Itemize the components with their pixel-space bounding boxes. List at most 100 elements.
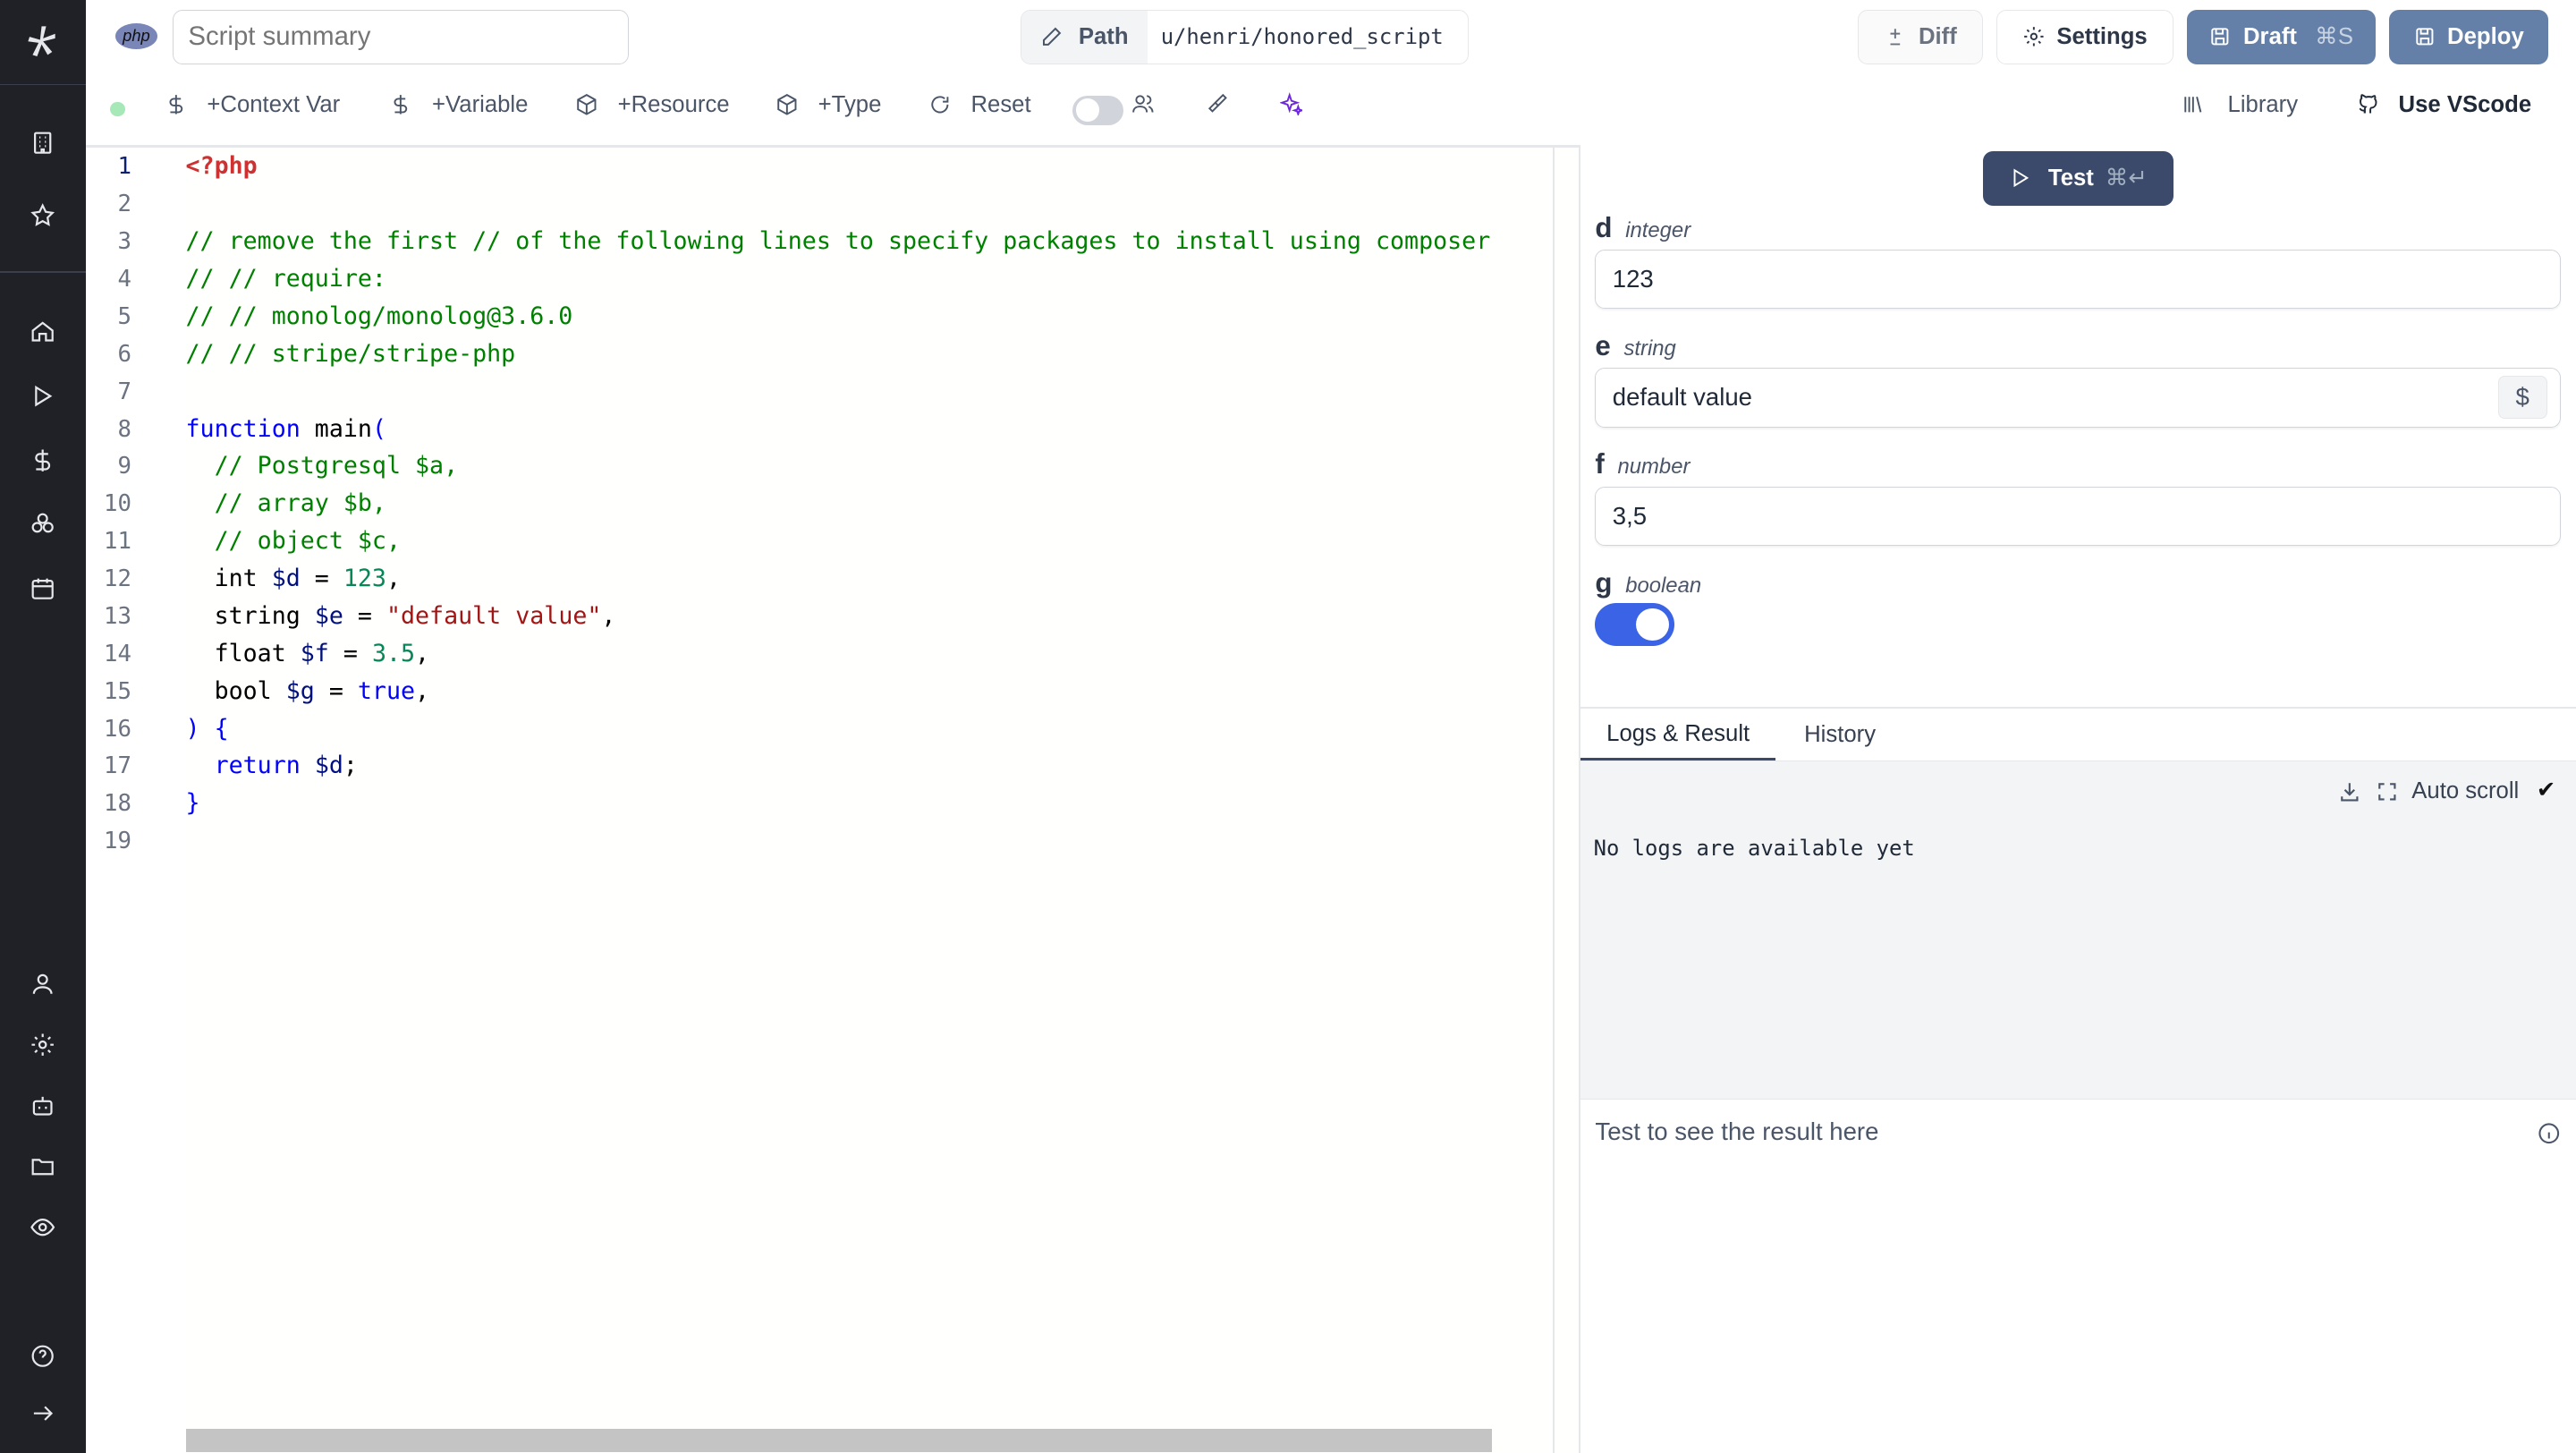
code-token: string: [185, 601, 315, 630]
logs-area: Auto scroll ✔ No logs are available yet: [1580, 760, 2576, 1100]
code-editor[interactable]: 1 2 3 4 5 6 7 8 9 10 11 12 13 14 15 16 17 18 19 <?php// re…: [85, 144, 1580, 1453]
editor-ruler: [1552, 147, 1555, 1453]
add-type-button[interactable]: +Type: [775, 92, 881, 118]
path-field[interactable]: Path u/henri/honored_script: [1020, 10, 1469, 64]
field-input-e[interactable]: default value $: [1595, 368, 2562, 428]
add-resource-button[interactable]: +Resource: [575, 92, 730, 118]
multiplayer-toggle[interactable]: [1072, 95, 1124, 125]
library-button[interactable]: Library: [2182, 92, 2298, 118]
draft-button[interactable]: Draft ⌘S: [2186, 10, 2376, 64]
line-number-gutter: 1 2 3 4 5 6 7 8 9 10 11 12 13 14 15 16 17 18 19: [85, 147, 186, 1453]
horizontal-scrollbar[interactable]: [185, 1429, 1492, 1452]
info-icon[interactable]: [2537, 1121, 2562, 1146]
code-token: $d: [314, 752, 343, 780]
line-number: 6: [117, 340, 131, 368]
code-token: // // require:: [185, 265, 386, 293]
help-icon[interactable]: [26, 1339, 59, 1372]
code-line: return $d;: [186, 748, 358, 784]
add-variable-button[interactable]: +Variable: [389, 92, 528, 118]
code-line: // Postgresql $a,: [186, 448, 459, 484]
code-line: // array $b,: [186, 486, 386, 522]
code-line: // remove the first // of the following …: [186, 224, 1491, 259]
code-token: true: [357, 676, 416, 705]
bot-icon[interactable]: [26, 1090, 59, 1123]
play-icon[interactable]: [26, 379, 59, 412]
play-icon: [2013, 168, 2029, 188]
code-line: // // monolog/monolog@3.6.0: [186, 299, 573, 335]
field-input-f[interactable]: 3,5: [1595, 486, 2562, 546]
code-token: // remove the first // of the following …: [185, 227, 1491, 256]
code-token: "default value": [386, 601, 602, 630]
code-token: (: [371, 414, 386, 443]
line-number: 9: [117, 453, 131, 480]
code-token: main: [300, 414, 372, 443]
expand-icon[interactable]: [2376, 780, 2399, 803]
settings-label: Settings: [2056, 23, 2148, 49]
code-token: <?php: [185, 152, 258, 181]
test-label: Test: [2047, 165, 2094, 191]
result-placeholder: Test to see the result here: [1595, 1117, 1879, 1145]
star-icon[interactable]: [26, 199, 59, 232]
insert-variable-dollar-button[interactable]: $: [2497, 375, 2547, 419]
code-token: $f: [300, 639, 329, 667]
line-number: 15: [103, 677, 131, 705]
field-toggle-g[interactable]: [1595, 603, 1674, 646]
code-token: 3.5: [371, 639, 416, 667]
use-vscode-label: Use VScode: [2398, 91, 2532, 117]
code-token: $g: [285, 676, 315, 705]
gear-icon[interactable]: [26, 1029, 59, 1062]
code-token: ,: [386, 565, 401, 593]
code-token: $d: [271, 565, 301, 593]
context-var-label: +Context Var: [207, 91, 341, 117]
variable-label: +Variable: [432, 91, 529, 117]
tab-logs-result[interactable]: Logs & Result: [1580, 710, 1776, 761]
ai-sparkles-icon[interactable]: [1279, 92, 1303, 115]
code-token: // array $b,: [185, 489, 386, 518]
format-brush-icon[interactable]: [1206, 92, 1229, 115]
status-dot: [110, 101, 125, 117]
field-label-d: d integer: [1595, 211, 1691, 243]
line-number: 19: [103, 828, 131, 855]
dollar-icon: [394, 95, 408, 115]
code-token: return: [185, 752, 315, 780]
folder-icon[interactable]: [26, 1151, 59, 1184]
auto-scroll-check-icon[interactable]: ✔: [2537, 777, 2556, 803]
rotate-icon: [931, 96, 949, 114]
sidebar: [0, 0, 86, 1453]
code-token: =: [343, 601, 386, 630]
add-context-var-button[interactable]: +Context Var: [165, 91, 341, 118]
line-number: 18: [103, 790, 131, 818]
code-line: // object $c,: [186, 523, 401, 559]
line-number: 10: [103, 490, 131, 518]
calendar-icon[interactable]: [26, 572, 59, 605]
field-input-d[interactable]: 123: [1595, 250, 2562, 310]
deploy-button[interactable]: Deploy: [2388, 10, 2548, 64]
code-token: bool: [185, 676, 286, 705]
tab-history[interactable]: History: [1775, 710, 1903, 760]
resources-icon[interactable]: [26, 508, 59, 541]
user-icon[interactable]: [26, 968, 59, 1001]
use-vscode-button[interactable]: Use VScode: [2356, 92, 2531, 118]
script-summary-input[interactable]: [172, 10, 630, 64]
windmill-logo-icon[interactable]: [25, 23, 61, 59]
home-icon[interactable]: [26, 316, 59, 349]
dollar-icon[interactable]: [26, 444, 59, 477]
code-line: ) {: [186, 711, 229, 747]
line-number: 4: [117, 266, 131, 293]
code-token: int: [185, 565, 272, 593]
field-label-f: f number: [1595, 448, 1690, 480]
field-label-g: g boolean: [1595, 566, 1702, 599]
settings-button[interactable]: Settings: [1996, 10, 2174, 64]
expand-arrow-icon[interactable]: [26, 1397, 59, 1430]
path-value[interactable]: u/henri/honored_script: [1148, 11, 1468, 64]
reset-button[interactable]: Reset: [928, 92, 1031, 118]
diff-button[interactable]: Diff: [1858, 10, 1983, 64]
eye-icon[interactable]: [26, 1211, 59, 1245]
download-icon[interactable]: [2338, 780, 2361, 803]
diff-label: Diff: [1918, 23, 1957, 49]
test-shortcut: ⌘↵: [2105, 166, 2148, 191]
test-button[interactable]: Test ⌘↵: [1982, 150, 2174, 206]
workspace-icon[interactable]: [26, 126, 59, 159]
field-label-e: e string: [1595, 330, 1676, 362]
code-line: // // stripe/stripe-php: [186, 336, 516, 372]
